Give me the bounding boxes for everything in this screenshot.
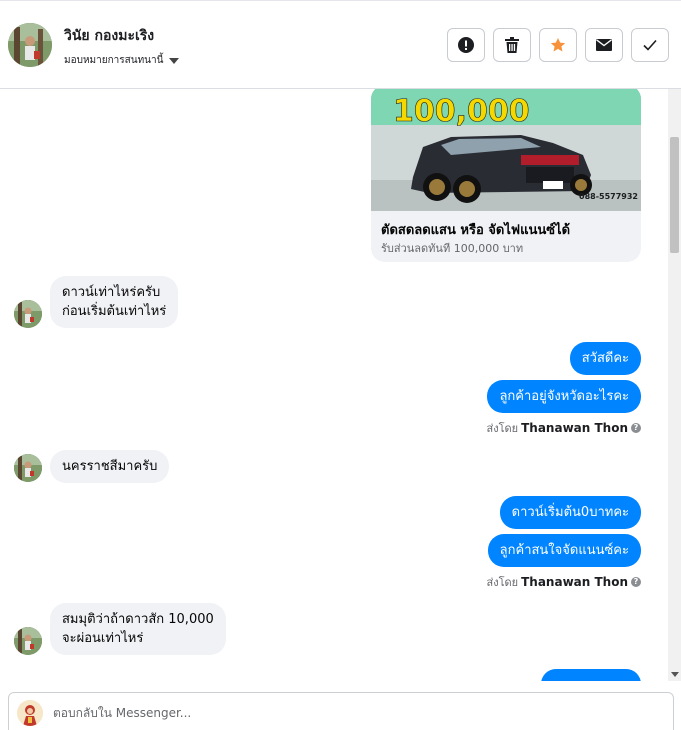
outgoing-message[interactable] — [541, 669, 641, 681]
message-text: ลูกค้าอยู่จังหวัดอะไรคะ — [499, 389, 629, 404]
sent-by-label: ส่งโดย Thanawan Thon ? — [487, 419, 641, 437]
contact-avatar[interactable] — [8, 23, 52, 67]
sent-by-name: Thanawan Thon — [521, 575, 628, 589]
ad-image-text: 100,000 — [393, 94, 530, 129]
message-text: ดาวน์เท่าไหร่ครับ — [62, 285, 161, 300]
conversation-scrollbar[interactable] — [668, 89, 681, 681]
star-button[interactable] — [539, 28, 577, 62]
ad-image: 100,000 088-5577932 — [371, 89, 641, 211]
star-icon — [550, 38, 566, 52]
sent-by-name: Thanawan Thon — [521, 421, 628, 435]
report-button[interactable] — [447, 28, 485, 62]
message-thread[interactable]: 100,000 088-5577932 ตัดสดลดแสน หรือ จัดไ… — [0, 89, 668, 681]
trash-icon — [505, 37, 519, 53]
reply-box[interactable] — [8, 692, 674, 730]
mark-done-button[interactable] — [631, 28, 669, 62]
message-text: ดาวน์เริ่มต้น0บาทคะ — [511, 505, 629, 520]
message-text: ลูกค้าสนใจจัดแนนซ์คะ — [499, 543, 629, 558]
sender-avatar[interactable] — [14, 454, 42, 482]
scrollbar-thumb[interactable] — [670, 137, 679, 253]
mark-unread-button[interactable] — [585, 28, 623, 62]
help-icon[interactable]: ? — [631, 423, 641, 433]
caret-down-icon — [169, 57, 180, 64]
outgoing-message[interactable]: ลูกค้าสนใจจัดแนนซ์คะ — [487, 534, 641, 567]
sent-by-prefix: ส่งโดย — [486, 422, 519, 435]
outgoing-message[interactable]: ดาวน์เริ่มต้น0บาทคะ — [499, 496, 641, 529]
ad-title: ตัดสดลดแสน หรือ จัดไฟแนนซ์ได้ — [381, 223, 571, 238]
ad-subtitle: รับส่วนลดทันที 100,000 บาท — [381, 242, 524, 255]
message-text: ก่อนเริ่มต้นเท่าไหร่ — [62, 304, 167, 319]
assign-label: มอบหมายการสนทนานี้ — [64, 55, 164, 66]
check-icon — [643, 39, 657, 51]
incoming-message[interactable]: ดาวน์เท่าไหร่ครับ ก่อนเริ่มต้นเท่าไหร่ — [50, 276, 179, 328]
header-actions — [447, 28, 669, 62]
page-avatar — [17, 700, 43, 726]
ad-phone: 088-5577932 — [579, 192, 638, 201]
message-text: นครราชสีมาครับ — [62, 459, 158, 474]
contact-name[interactable]: วินัย กองมะเริง — [64, 25, 154, 47]
assign-conversation-dropdown[interactable]: มอบหมายการสนทนานี้ — [64, 53, 180, 68]
sender-avatar[interactable] — [14, 300, 42, 328]
sent-by-label: ส่งโดย Thanawan Thon ? — [487, 573, 641, 591]
message-text: สมมุติว่าถ้าดาวสัก 10,000 — [62, 612, 214, 627]
message-text: สวัสดีคะ — [581, 351, 629, 366]
messenger-conversation-window: วินัย กองมะเริง มอบหมายการสนทนานี้ 100,0… — [0, 0, 681, 730]
report-icon — [458, 37, 474, 53]
incoming-message[interactable]: นครราชสีมาครับ — [50, 450, 170, 483]
reply-input[interactable] — [53, 706, 653, 720]
incoming-message[interactable]: สมมุติว่าถ้าดาวสัก 10,000 จะผ่อนเท่าไหร่ — [50, 603, 226, 655]
envelope-icon — [596, 39, 612, 51]
ad-card[interactable]: 100,000 088-5577932 ตัดสดลดแสน หรือ จัดไ… — [371, 89, 641, 262]
message-text: จะผ่อนเท่าไหร่ — [62, 631, 144, 646]
sent-by-prefix: ส่งโดย — [486, 576, 519, 589]
scroll-down-arrow-icon[interactable] — [671, 672, 679, 677]
conversation-header: วินัย กองมะเริง มอบหมายการสนทนานี้ — [0, 0, 681, 89]
outgoing-message[interactable]: สวัสดีคะ — [569, 342, 641, 375]
outgoing-message[interactable]: ลูกค้าอยู่จังหวัดอะไรคะ — [487, 380, 641, 413]
sender-avatar[interactable] — [14, 627, 42, 655]
delete-button[interactable] — [493, 28, 531, 62]
help-icon[interactable]: ? — [631, 577, 641, 587]
